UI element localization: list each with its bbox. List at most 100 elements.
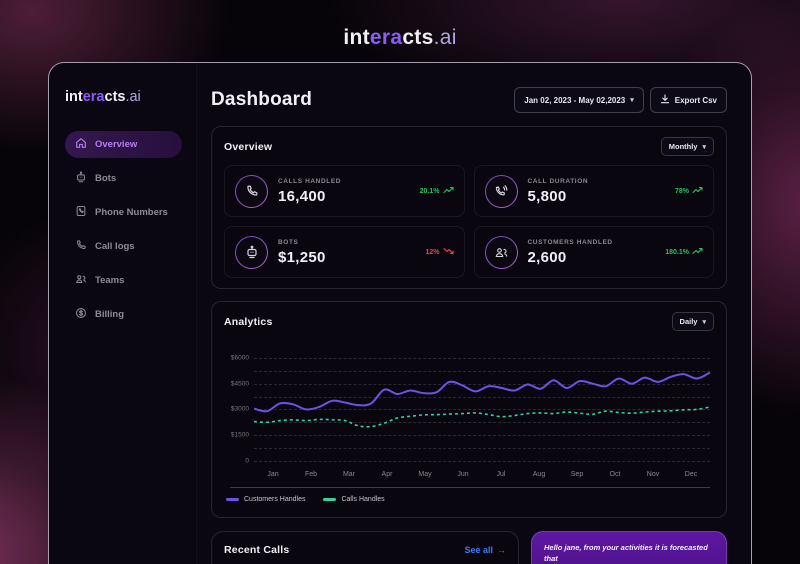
people-icon	[485, 236, 518, 269]
stat-change: 12%	[425, 249, 439, 256]
chevron-down-icon: ▾	[702, 143, 706, 151]
brand-part: cts	[105, 89, 126, 105]
trend-down-icon	[443, 247, 454, 257]
stat-value: 16,400	[278, 188, 341, 205]
export-csv-button[interactable]: Export Csv	[650, 87, 727, 113]
x-tick-label: Apr	[368, 471, 406, 478]
home-icon	[75, 137, 87, 152]
stat-delta: 20.1%	[420, 186, 454, 196]
sidebar-item-label: Billing	[95, 309, 124, 320]
stat-label: BOTS	[278, 239, 326, 246]
phone-icon	[235, 175, 268, 208]
chevron-down-icon: ▾	[630, 96, 634, 104]
trend-up-icon	[692, 186, 703, 196]
overview-card: Overview Monthly ▾ CALLS HANDLED 16,400 …	[211, 126, 727, 289]
x-tick-label: Jan	[254, 471, 292, 478]
sidebar-item-overview[interactable]: Overview	[65, 131, 182, 158]
y-tick-label: $6000	[231, 354, 249, 361]
analytics-card: Analytics Daily ▾ $6000$4500$3000$15000 …	[211, 301, 727, 518]
brand-part: era	[83, 89, 105, 105]
x-tick-label: Dec	[672, 471, 710, 478]
stat-value: 2,600	[528, 249, 613, 266]
legend-swatch	[226, 498, 239, 501]
analytics-period-dropdown[interactable]: Daily ▾	[672, 312, 714, 331]
sidebar-item-label: Call logs	[95, 241, 135, 252]
dollar-icon	[75, 307, 87, 322]
see-all-label: See all	[464, 545, 493, 555]
bot-icon	[75, 171, 87, 186]
legend-item: Calls Handles	[323, 496, 384, 503]
y-tick-label: $3000	[231, 406, 249, 413]
legend-swatch	[323, 498, 336, 501]
brand-part: .ai	[125, 89, 140, 105]
main-header: Dashboard Jan 02, 2023 - May 02,2023 ▾ E…	[211, 87, 727, 113]
x-tick-label: Feb	[292, 471, 330, 478]
sidebar-item-bots[interactable]: Bots	[65, 165, 182, 192]
chart-legend: Customers Handles Calls Handles	[224, 496, 714, 507]
phone-book-icon	[75, 205, 87, 220]
chart-line-calls	[254, 407, 710, 427]
sidebar-item-label: Overview	[95, 139, 137, 150]
date-range-dropdown[interactable]: Jan 02, 2023 - May 02,2023 ▾	[514, 87, 643, 113]
legend-label: Calls Handles	[341, 496, 384, 503]
stat-delta: 12%	[425, 247, 453, 257]
arrow-right-icon: →	[497, 545, 506, 555]
trend-up-icon	[443, 186, 454, 196]
stat-calls-handled: CALLS HANDLED 16,400 20.1%	[224, 165, 465, 217]
y-tick-label: 0	[245, 458, 249, 465]
x-axis: JanFebMarAprMayJunJulAugSepOctNovDec	[254, 471, 710, 478]
analytics-title: Analytics	[224, 316, 273, 328]
stat-call-duration: CALL DURATION 5,800 78%	[474, 165, 715, 217]
overview-title: Overview	[224, 141, 272, 153]
x-tick-label: May	[406, 471, 444, 478]
people-icon	[75, 273, 87, 288]
x-tick-label: Jun	[444, 471, 482, 478]
sidebar-item-call-logs[interactable]: Call logs	[65, 233, 182, 260]
y-tick-label: $4500	[231, 380, 249, 387]
sidebar-item-billing[interactable]: Billing	[65, 301, 182, 328]
call-icon	[75, 239, 87, 254]
brand-part: cts	[402, 26, 433, 49]
date-range-label: Jan 02, 2023 - May 02,2023	[524, 96, 625, 105]
forecast-card: Hello jane, from your activities it is f…	[531, 531, 727, 564]
x-tick-label: Oct	[596, 471, 634, 478]
see-all-link[interactable]: See all →	[464, 545, 506, 555]
overview-period-dropdown[interactable]: Monthly ▾	[661, 137, 714, 156]
x-tick-label: Nov	[634, 471, 672, 478]
stat-delta: 180.1%	[665, 247, 703, 257]
stat-change: 78%	[675, 188, 689, 195]
analytics-period-label: Daily	[680, 317, 698, 326]
sidebar-item-teams[interactable]: Teams	[65, 267, 182, 294]
chart-line-customers	[254, 373, 710, 412]
phone-wave-icon	[485, 175, 518, 208]
y-tick-label: $1500	[231, 432, 249, 439]
stat-bots: BOTS $1,250 12%	[224, 226, 465, 278]
sidebar-item-label: Bots	[95, 173, 116, 184]
x-tick-label: Sep	[558, 471, 596, 478]
sidebar-item-phone-numbers[interactable]: Phone Numbers	[65, 199, 182, 226]
brand-part: int	[343, 26, 370, 49]
download-icon	[660, 94, 670, 106]
stat-label: CUSTOMERS HANDLED	[528, 239, 613, 246]
brand-part: int	[65, 89, 83, 105]
legend-item: Customers Handles	[226, 496, 305, 503]
main-content: Dashboard Jan 02, 2023 - May 02,2023 ▾ E…	[197, 63, 751, 564]
stat-delta: 78%	[675, 186, 703, 196]
recent-calls-card: Recent Calls See all →	[211, 531, 519, 564]
analytics-plot: $6000$4500$3000$15000	[254, 347, 710, 467]
stat-label: CALL DURATION	[528, 178, 589, 185]
stat-value: $1,250	[278, 249, 326, 266]
sidebar: interacts.ai Overview Bots Phone Numbers…	[49, 63, 197, 564]
top-brand-logo: interacts.ai	[0, 26, 800, 50]
bottom-row: Recent Calls See all → Hello jane, from …	[211, 531, 727, 564]
recent-calls-title: Recent Calls	[224, 544, 289, 556]
brand-part: .ai	[434, 26, 457, 49]
brand-part: era	[370, 26, 402, 49]
x-tick-label: Mar	[330, 471, 368, 478]
stat-change: 180.1%	[665, 249, 689, 256]
stat-customers-handled: CUSTOMERS HANDLED 2,600 180.1%	[474, 226, 715, 278]
sidebar-item-label: Phone Numbers	[95, 207, 168, 218]
x-tick-label: Jul	[482, 471, 520, 478]
sidebar-item-label: Teams	[95, 275, 124, 286]
export-csv-label: Export Csv	[675, 96, 717, 105]
